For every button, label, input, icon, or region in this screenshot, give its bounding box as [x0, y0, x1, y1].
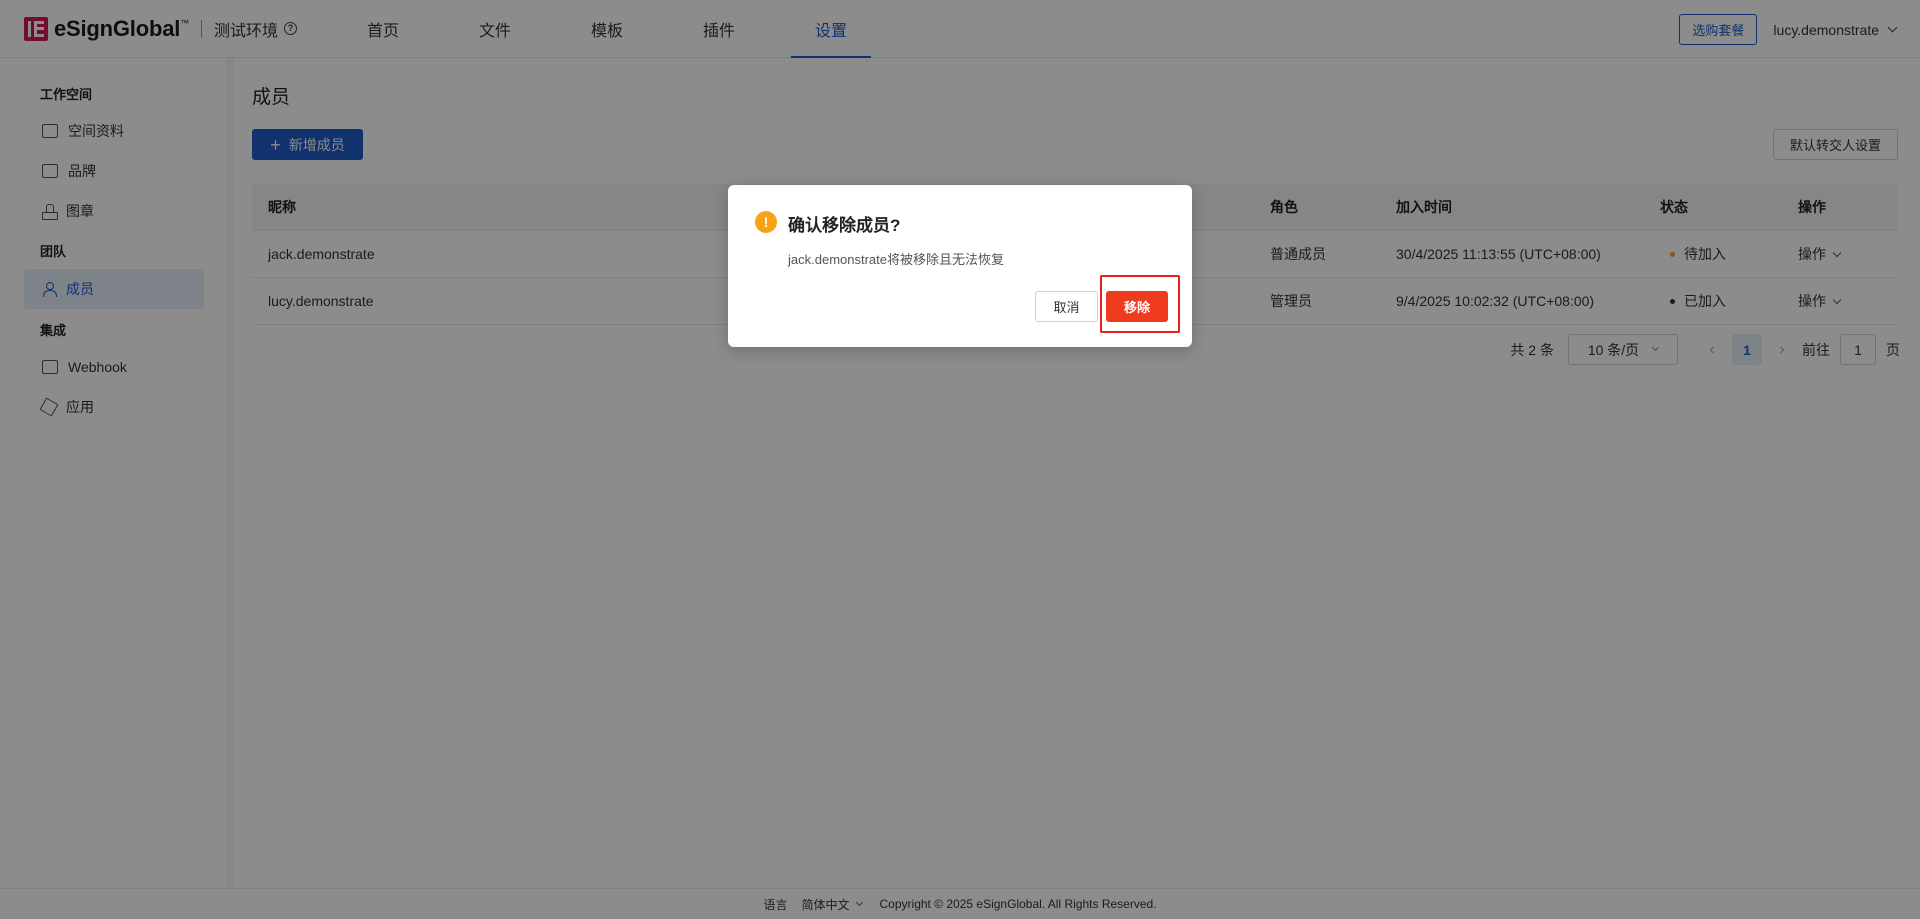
cancel-button[interactable]: 取消 — [1035, 291, 1098, 322]
modal-overlay[interactable] — [0, 0, 1920, 919]
dialog-message: jack.demonstrate将被移除且无法恢复 — [788, 252, 1004, 267]
dialog-title: 确认移除成员? — [788, 216, 901, 235]
warning-icon: ! — [755, 211, 777, 233]
highlight-box — [1100, 275, 1180, 333]
